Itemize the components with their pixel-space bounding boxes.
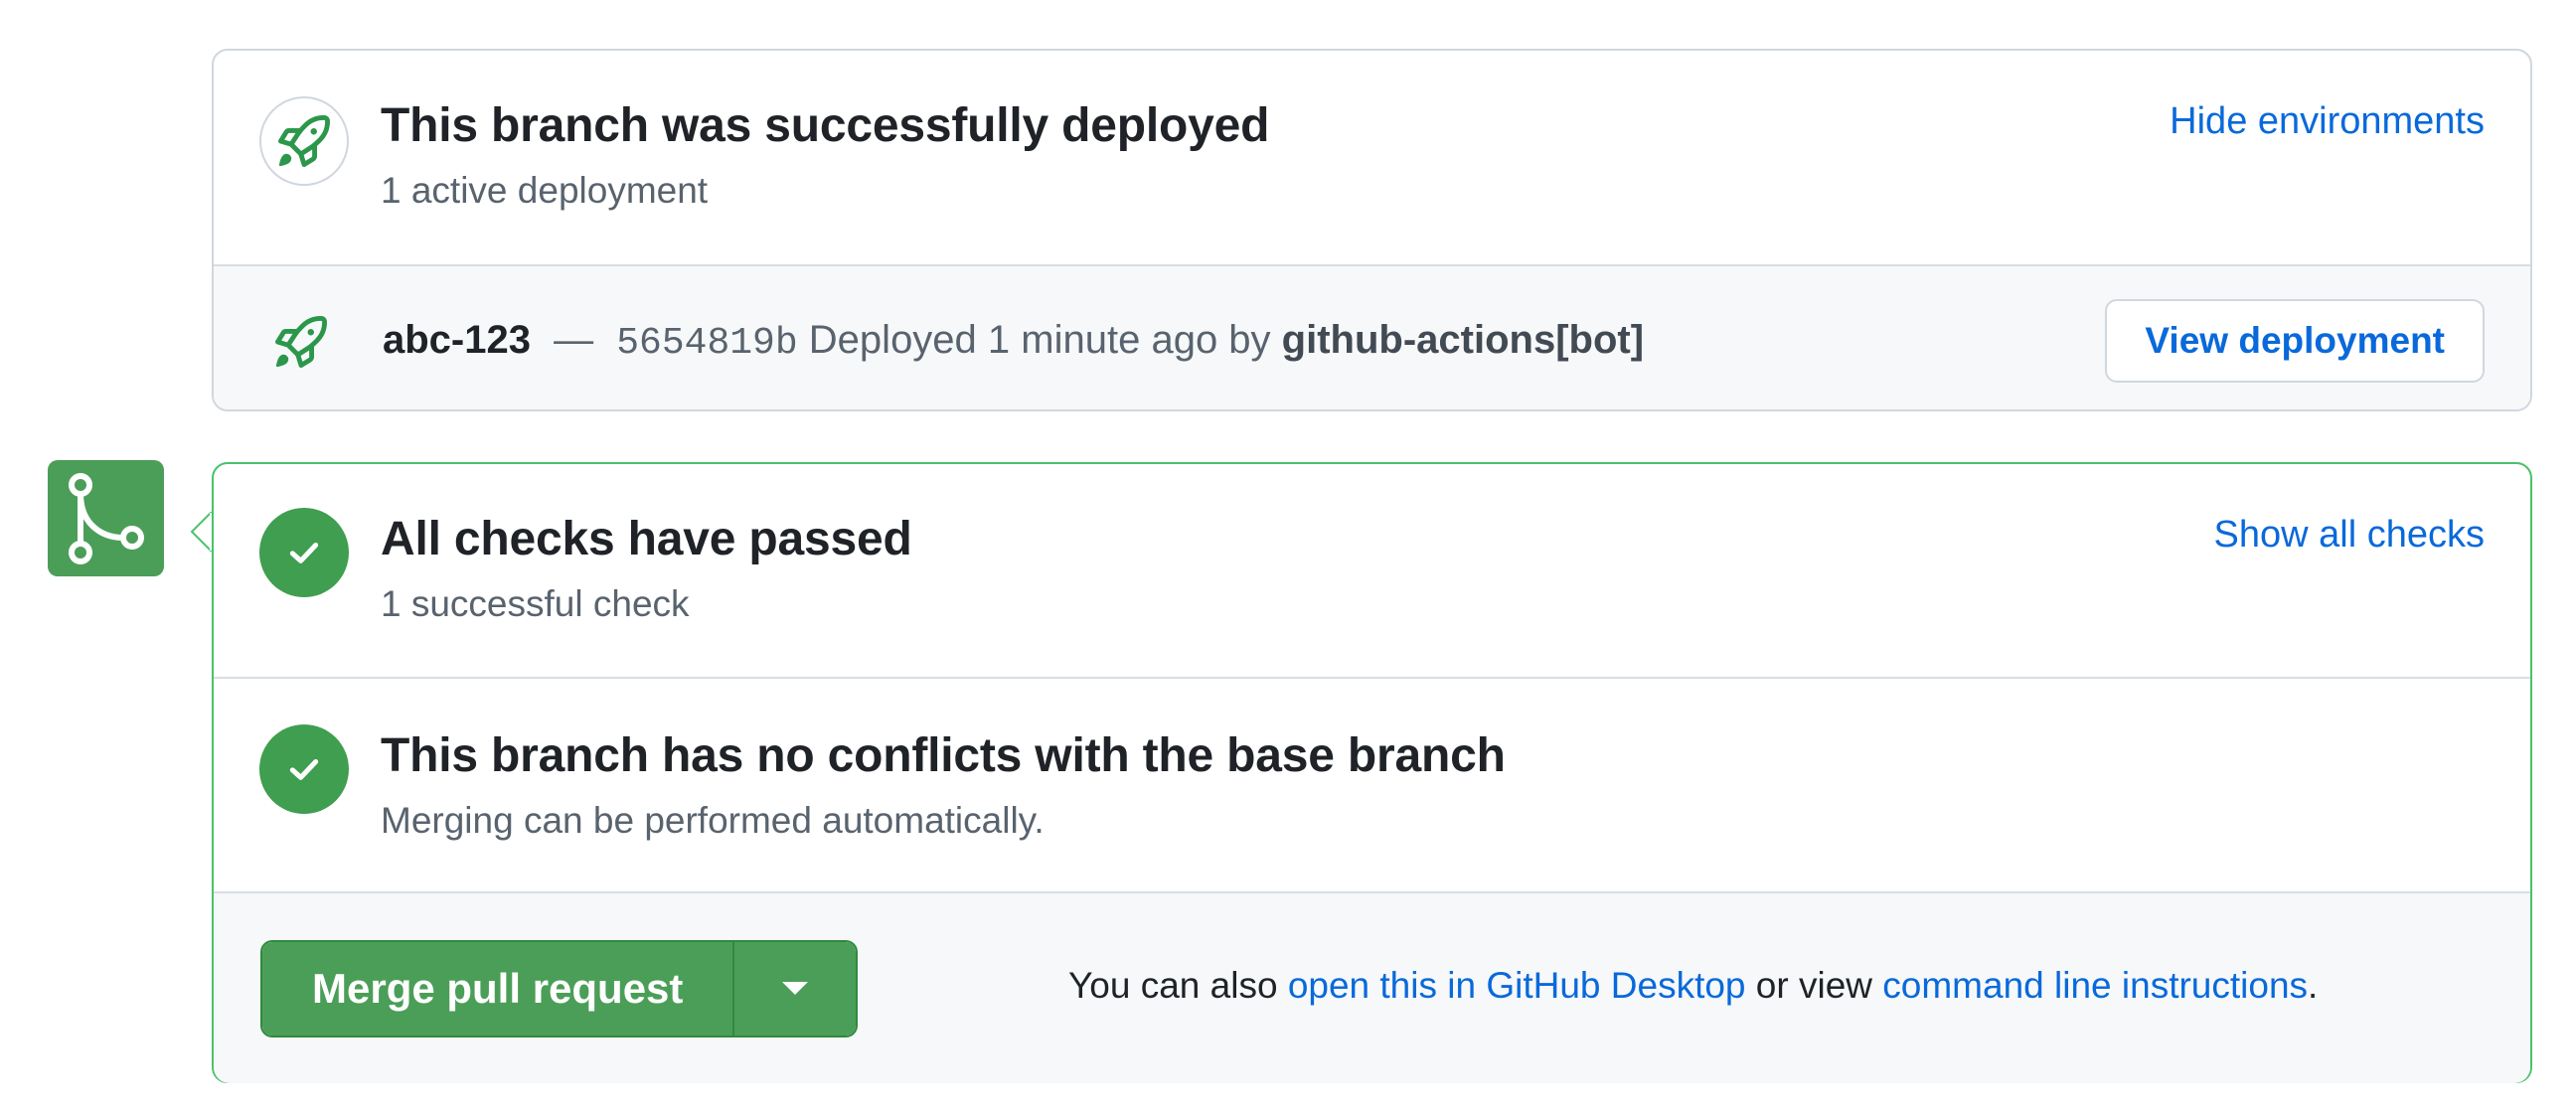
command-line-instructions-link[interactable]: command line instructions xyxy=(1882,965,2308,1006)
merge-button-group: Merge pull request xyxy=(260,940,859,1037)
hide-environments-link[interactable]: Hide environments xyxy=(2170,100,2485,143)
open-in-desktop-link[interactable]: open this in GitHub Desktop xyxy=(1288,965,1746,1006)
checks-title: All checks have passed xyxy=(381,513,912,565)
deployment-row: abc-123 — 5654819b Deployed 1 minute ago… xyxy=(214,264,2530,409)
deployment-actor[interactable]: github-actions[bot] xyxy=(1282,318,1644,362)
deployment-panel: This branch was successfully deployed 1 … xyxy=(212,49,2532,411)
merge-panel: All checks have passed 1 successful chec… xyxy=(190,462,2532,1083)
alternate-merge-text: You can also open this in GitHub Desktop… xyxy=(1068,965,2318,1007)
also-prefix: You can also xyxy=(1068,965,1278,1006)
conflicts-title: This branch has no conflicts with the ba… xyxy=(381,729,1506,782)
conflicts-subtitle: Merging can be performed automatically. xyxy=(381,800,1045,841)
also-suffix: . xyxy=(2308,965,2319,1006)
git-merge-icon xyxy=(48,460,164,576)
check-icon xyxy=(259,724,349,814)
rocket-icon xyxy=(259,96,349,186)
triangle-down-icon xyxy=(782,982,809,995)
also-middle: or view xyxy=(1755,965,1872,1006)
view-deployment-button[interactable]: View deployment xyxy=(2105,299,2485,383)
deployment-title: This branch was successfully deployed xyxy=(381,99,1270,152)
show-all-checks-link[interactable]: Show all checks xyxy=(2214,514,2485,557)
deployment-subtitle: 1 active deployment xyxy=(381,170,709,211)
merge-pull-request-button[interactable]: Merge pull request xyxy=(262,942,733,1036)
commit-sha[interactable]: 5654819b xyxy=(616,322,797,365)
merge-options-dropdown[interactable] xyxy=(732,942,857,1036)
deployment-status: Deployed 1 minute ago by xyxy=(808,318,1271,362)
section-divider xyxy=(214,677,2530,679)
environment-name[interactable]: abc-123 xyxy=(383,318,531,362)
panel-pointer xyxy=(190,512,212,552)
check-icon xyxy=(259,508,349,597)
separator: — xyxy=(554,318,594,362)
rocket-icon xyxy=(274,316,327,373)
merge-actions: Merge pull request You can also open thi… xyxy=(214,891,2530,1083)
checks-subtitle: 1 successful check xyxy=(381,583,690,624)
deployment-details: abc-123 — 5654819b Deployed 1 minute ago… xyxy=(383,318,1644,365)
